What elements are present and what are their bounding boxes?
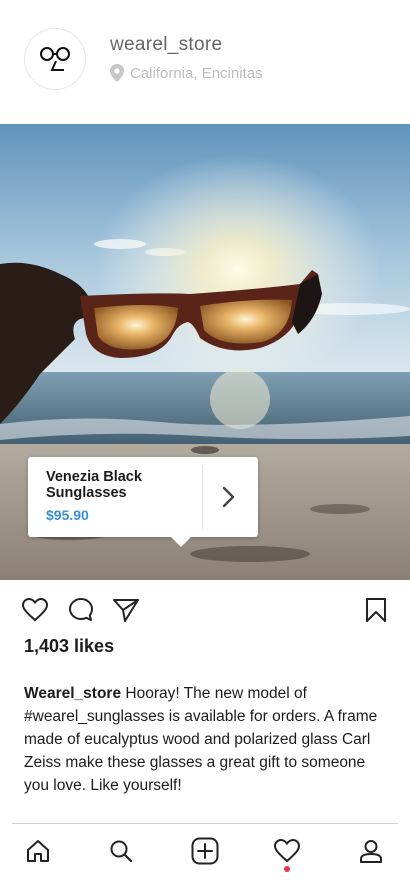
share-button[interactable] — [112, 596, 140, 624]
tag-divider — [202, 465, 203, 529]
bookmark-icon — [366, 598, 386, 622]
home-icon — [27, 840, 49, 862]
send-icon — [113, 599, 139, 622]
notification-dot — [284, 866, 290, 872]
save-button[interactable] — [362, 596, 390, 624]
search-icon — [110, 840, 133, 863]
caption-username[interactable]: Wearel_store — [24, 685, 121, 702]
product-tag[interactable]: Venezia Black Sunglasses $95.90 — [28, 457, 258, 537]
activity-heart-icon — [274, 839, 300, 863]
heart-icon — [22, 598, 48, 622]
product-open-button[interactable] — [214, 479, 244, 515]
nav-divider — [12, 823, 398, 824]
nav-home[interactable] — [21, 834, 55, 868]
chevron-right-icon — [222, 486, 235, 508]
location-text: California, Encinitas — [130, 64, 263, 82]
comment-icon — [69, 598, 93, 621]
location-pin-icon — [110, 64, 124, 82]
glasses-logo-icon — [40, 47, 70, 71]
username[interactable]: wearel_store — [110, 34, 222, 56]
profile-icon — [360, 840, 382, 863]
add-icon — [191, 837, 219, 865]
nav-profile[interactable] — [354, 834, 388, 868]
nav-add[interactable] — [188, 834, 222, 868]
nav-activity[interactable] — [270, 834, 304, 868]
post-caption: Wearel_store Hooray! The new model of #w… — [24, 682, 384, 797]
product-price: $95.90 — [46, 507, 89, 523]
like-button[interactable] — [21, 596, 49, 624]
product-name: Venezia Black Sunglasses — [46, 469, 142, 501]
comment-button[interactable] — [67, 596, 95, 624]
nav-search[interactable] — [104, 834, 138, 868]
location[interactable]: California, Encinitas — [110, 64, 263, 82]
likes-count[interactable]: 1,403 likes — [24, 636, 114, 657]
post-actions — [0, 596, 410, 626]
tag-pointer — [169, 535, 193, 547]
post-header: wearel_store California, Encinitas — [0, 0, 410, 124]
bottom-nav — [0, 830, 410, 880]
avatar[interactable] — [24, 28, 86, 90]
